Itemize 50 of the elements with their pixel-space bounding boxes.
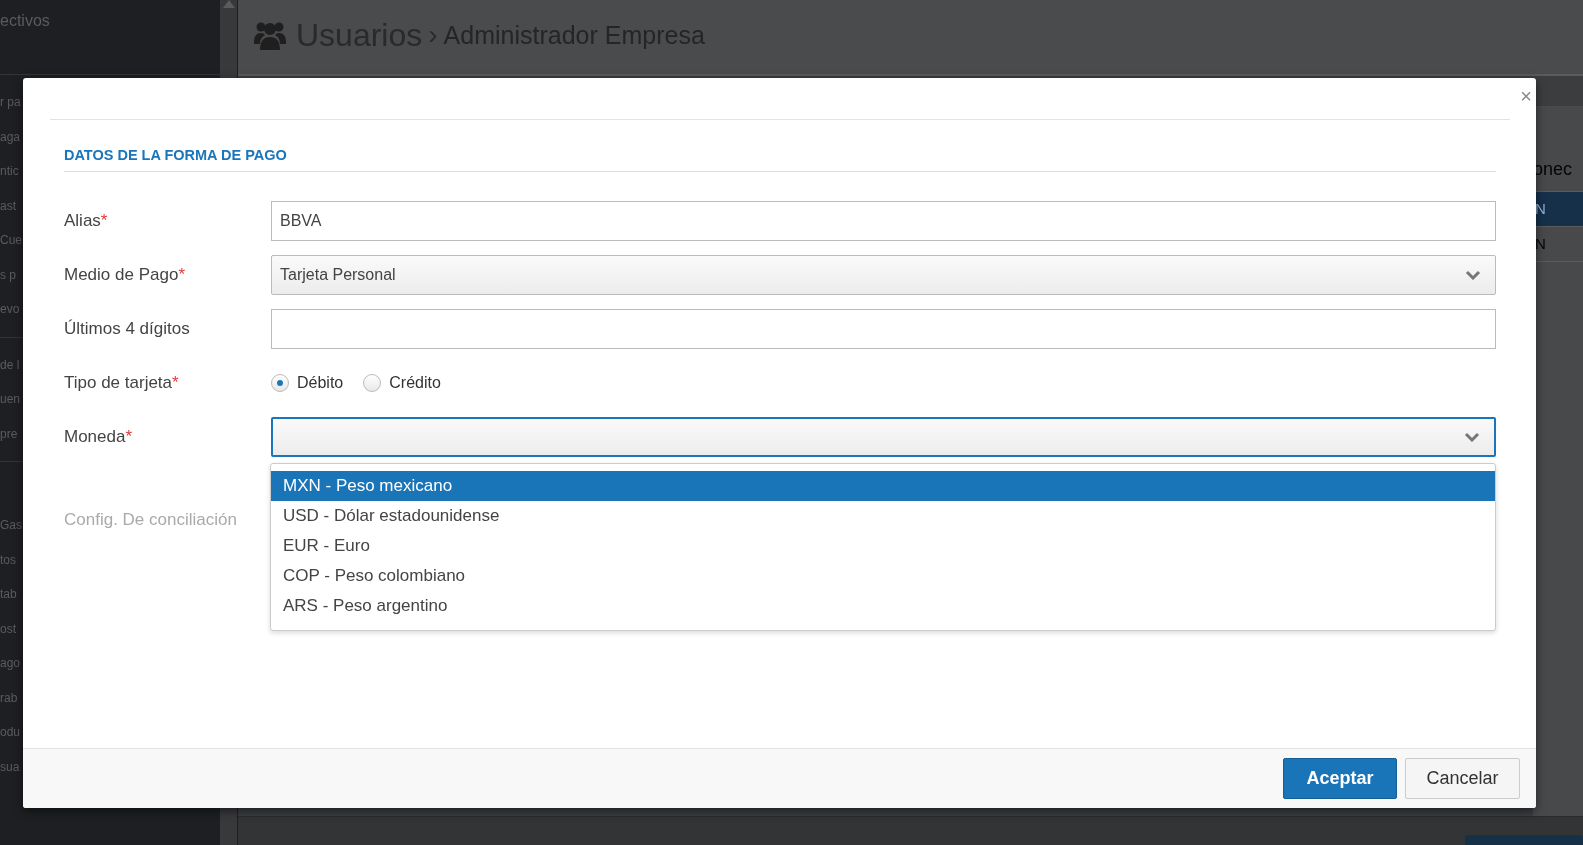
sidebar-item[interactable]: Gas bbox=[0, 518, 22, 533]
sidebar-item[interactable]: rab bbox=[0, 690, 18, 705]
sidebar-item[interactable]: ntic bbox=[0, 164, 19, 179]
sidebar-item[interactable]: pre bbox=[0, 426, 18, 441]
accept-button[interactable]: Aceptar bbox=[1283, 758, 1397, 799]
sidebar-item[interactable]: evo bbox=[0, 302, 20, 317]
sidebar-item[interactable]: ast bbox=[0, 198, 16, 213]
table-row[interactable]: N bbox=[1533, 192, 1583, 227]
radio-button[interactable] bbox=[363, 374, 382, 392]
dropdown-option[interactable]: COP - Peso colombiano bbox=[271, 561, 1495, 591]
breadcrumb-separator: › bbox=[428, 19, 438, 51]
radio-option[interactable]: Crédito bbox=[363, 374, 441, 392]
close-button[interactable]: × bbox=[1520, 85, 1532, 112]
sidebar-item[interactable]: ago bbox=[0, 656, 21, 671]
field-label: Tipo de tarjeta* bbox=[64, 373, 180, 393]
sidebar-item[interactable]: ectivos bbox=[0, 12, 50, 30]
sidebar-item[interactable]: uen bbox=[0, 392, 21, 407]
radio-label[interactable]: Débito bbox=[297, 374, 344, 392]
dropdown-option[interactable]: USD - Dólar estadounidense bbox=[271, 501, 1495, 531]
sidebar-item[interactable]: s p bbox=[0, 267, 16, 282]
select-field[interactable] bbox=[271, 417, 1496, 457]
sidebar-item[interactable]: tos bbox=[0, 552, 16, 567]
chevron-down-icon bbox=[1464, 432, 1480, 442]
field-label: Moneda* bbox=[64, 427, 134, 447]
cancel-button[interactable]: Cancelar bbox=[1405, 758, 1520, 799]
dropdown-option[interactable]: EUR - Euro bbox=[271, 531, 1495, 561]
scroll-up-icon[interactable] bbox=[222, 0, 235, 8]
sidebar-item[interactable]: tab bbox=[0, 587, 17, 602]
sidebar-item[interactable]: sua bbox=[0, 759, 20, 774]
sidebar-item[interactable]: odu bbox=[0, 725, 21, 740]
radio-button[interactable] bbox=[271, 374, 289, 392]
input-field[interactable]: BBVA bbox=[271, 201, 1496, 241]
sidebar-item[interactable]: aga bbox=[0, 129, 21, 144]
field-label: Alias* bbox=[64, 211, 109, 231]
field-label: Últimos 4 dígitos bbox=[64, 319, 191, 339]
partial-button[interactable] bbox=[1465, 835, 1583, 845]
dropdown-option[interactable]: MXN - Peso mexicano bbox=[271, 471, 1495, 501]
radio-label[interactable]: Crédito bbox=[389, 374, 441, 392]
input-field[interactable] bbox=[271, 309, 1496, 349]
radio-option[interactable]: Débito bbox=[271, 374, 344, 392]
dropdown-option[interactable]: ARS - Peso argentino bbox=[271, 591, 1495, 621]
sidebar-item[interactable]: r pa bbox=[0, 95, 21, 110]
field-label: Medio de Pago* bbox=[64, 265, 186, 285]
users-icon bbox=[254, 20, 286, 50]
sidebar-item[interactable]: ost bbox=[0, 621, 16, 636]
chevron-down-icon bbox=[1465, 270, 1481, 280]
field-label: Config. De conciliación bbox=[64, 510, 238, 530]
section-title: DATOS DE LA FORMA DE PAGO bbox=[64, 147, 1496, 172]
select-field[interactable]: Tarjeta Personal bbox=[271, 255, 1496, 295]
sidebar-item[interactable]: Cue bbox=[0, 233, 22, 248]
